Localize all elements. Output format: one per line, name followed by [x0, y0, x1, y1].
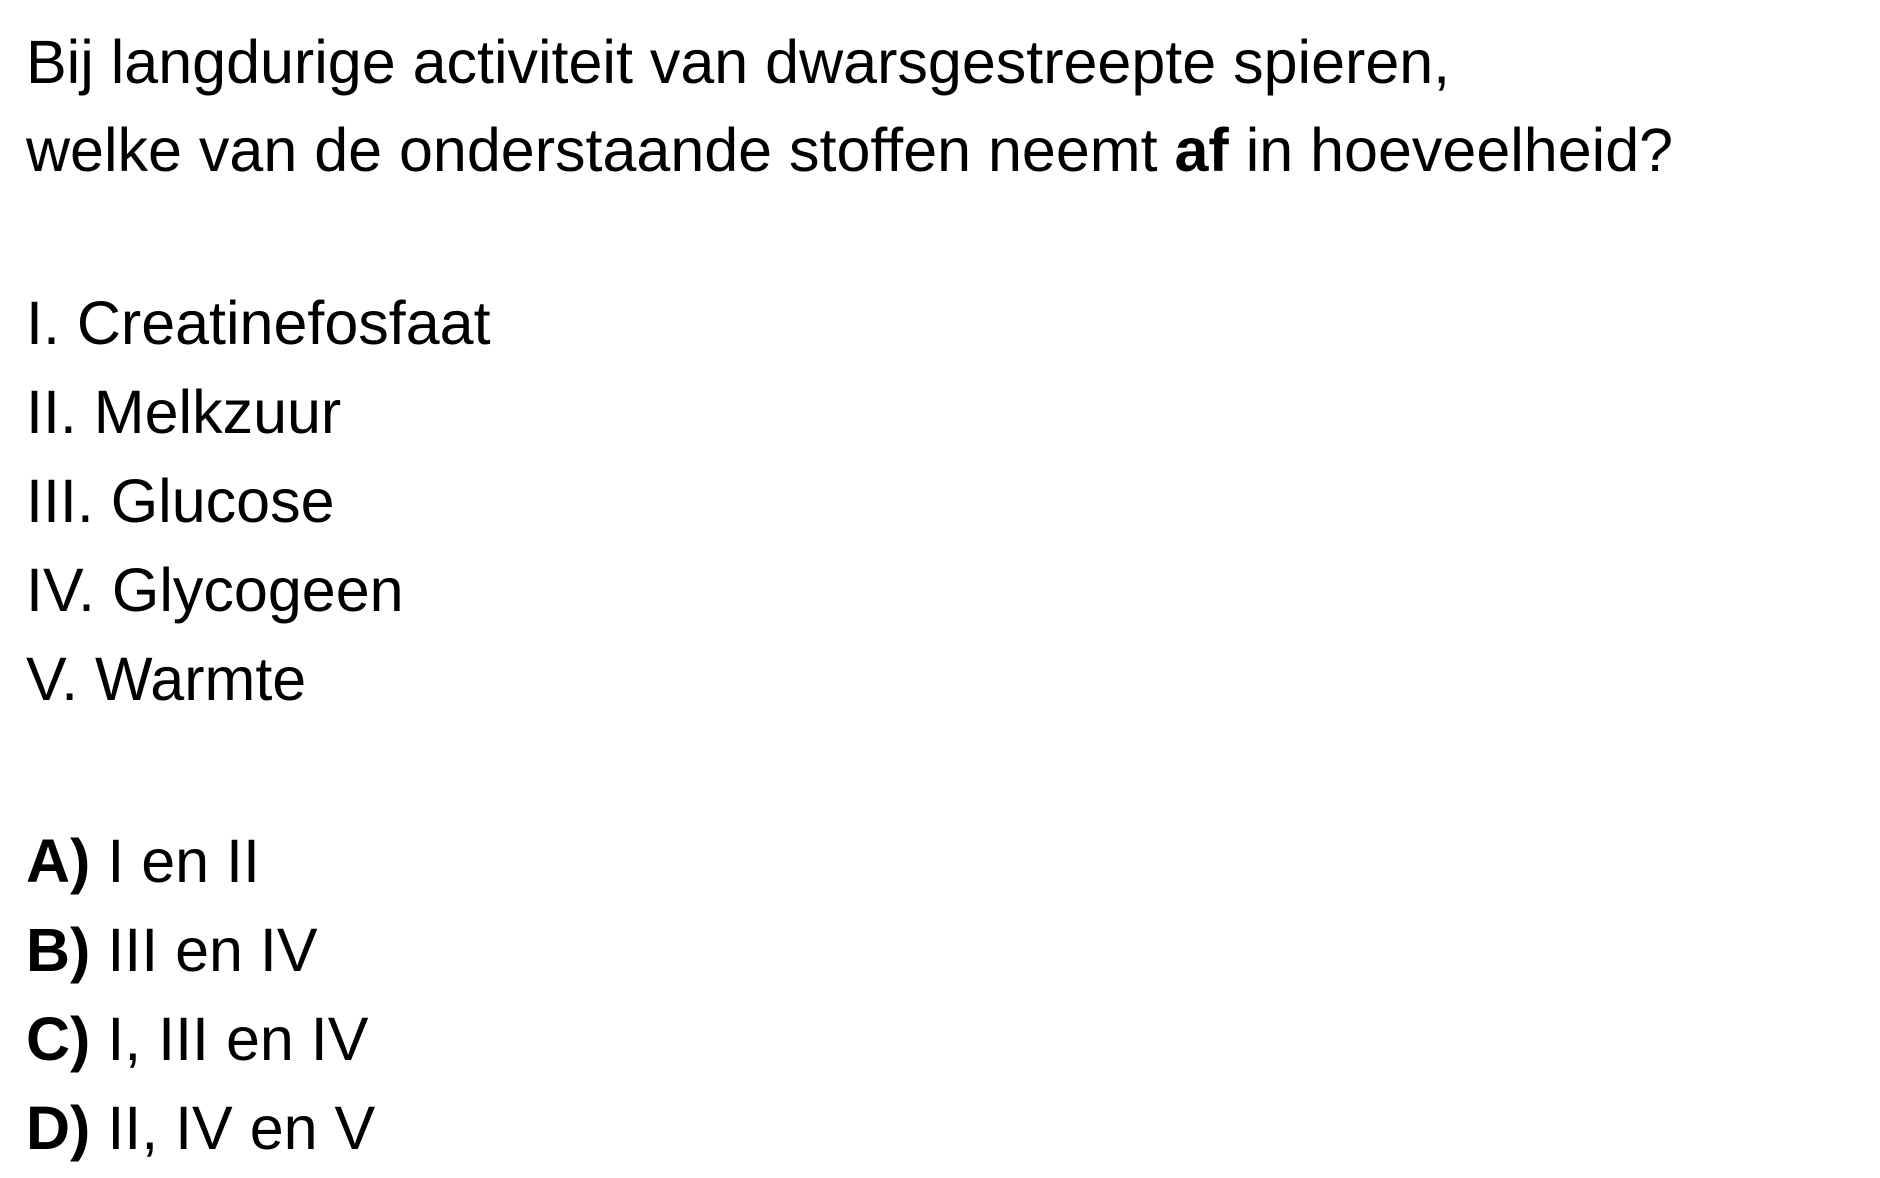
substance-item-4: IV. Glycogeen: [26, 556, 404, 624]
answer-letter: A): [26, 827, 91, 895]
answer-text: II, IV en V: [90, 1094, 376, 1162]
question-emphasis: af: [1174, 116, 1229, 184]
answer-option-b[interactable]: B) III en IV: [26, 906, 375, 995]
substance-item-3: III. Glucose: [26, 467, 335, 535]
answer-letter: C): [26, 1005, 91, 1073]
question-line-1: Bij langdurige activiteit van dwarsgestr…: [26, 28, 1451, 96]
answer-text: III en IV: [90, 916, 318, 984]
answer-options: A) I en II B) III en IV C) I, III en IV …: [26, 817, 375, 1173]
answer-text: I en II: [90, 827, 260, 895]
question-line-2-start: welke van de onderstaande stoffen neemt: [26, 116, 1175, 184]
answer-option-d[interactable]: D) II, IV en V: [26, 1084, 375, 1173]
substance-list: I. Creatinefosfaat II. Melkzuur III. Glu…: [26, 279, 491, 724]
answer-option-c[interactable]: C) I, III en IV: [26, 995, 375, 1084]
answer-text: I, III en IV: [90, 1005, 369, 1073]
substance-item-1: I. Creatinefosfaat: [26, 289, 491, 357]
substance-item-5: V. Warmte: [26, 645, 307, 713]
answer-option-a[interactable]: A) I en II: [26, 817, 375, 906]
question-text: Bij langdurige activiteit van dwarsgestr…: [26, 18, 1673, 194]
answer-letter: D): [26, 1094, 91, 1162]
substance-item-2: II. Melkzuur: [26, 378, 342, 446]
answer-letter: B): [26, 916, 91, 984]
question-line-2-end: in hoeveelheid?: [1228, 116, 1674, 184]
question-slide: Bij langdurige activiteit van dwarsgestr…: [0, 0, 1880, 1178]
